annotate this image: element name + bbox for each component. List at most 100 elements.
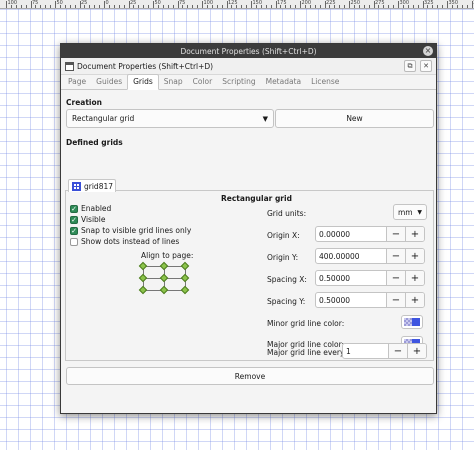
grid-units-dropdown[interactable]: mm ▼ <box>393 204 427 220</box>
origin-y-increment-button[interactable]: + <box>405 249 424 263</box>
align-top-right-handle[interactable] <box>180 261 190 271</box>
spacing-x-input[interactable]: 0.50000 <box>316 271 386 285</box>
ruler-minor-tick <box>133 5 135 8</box>
tab-license[interactable]: License <box>306 75 344 89</box>
ruler-minor-tick <box>290 5 292 8</box>
panel-header: Document Properties (Shift+Ctrl+D) ⧉ ✕ <box>61 58 436 75</box>
ruler-minor-tick <box>99 5 101 8</box>
align-bottom-left-handle[interactable] <box>138 285 148 295</box>
enabled-checkbox[interactable]: ✓ Enabled <box>70 204 111 213</box>
window-titlebar[interactable]: Document Properties (Shift+Ctrl+D) × <box>61 44 436 58</box>
color-alpha-preview <box>404 318 412 326</box>
spacing-y-label: Spacing Y: <box>267 297 306 306</box>
ruler-minor-tick <box>412 5 414 8</box>
ruler-minor-tick <box>432 5 434 8</box>
ruler-minor-tick <box>402 5 404 8</box>
tab-guides[interactable]: Guides <box>91 75 127 89</box>
grid-type-dropdown[interactable]: Rectangular grid ▼ <box>66 109 274 128</box>
ruler-minor-tick <box>393 5 395 8</box>
align-bottom-center-handle[interactable] <box>159 285 169 295</box>
defined-grids-panel: grid817 Rectangular grid ✓ Enabled ✓ Vis… <box>65 179 434 361</box>
align-center-handle[interactable] <box>159 273 169 283</box>
origin-x-increment-button[interactable]: + <box>405 227 424 241</box>
ruler-minor-tick <box>442 5 444 8</box>
minor-grid-color-button[interactable] <box>401 315 423 329</box>
new-grid-button[interactable]: New <box>275 109 434 128</box>
tab-bar: Page Guides Grids Snap Color Scripting M… <box>61 74 436 90</box>
ruler-minor-tick <box>20 5 22 8</box>
ruler-minor-tick <box>74 5 76 8</box>
show-dots-checkbox[interactable]: Show dots instead of lines <box>70 237 179 246</box>
minor-color-label: Minor grid line color: <box>267 319 345 328</box>
spacing-y-input[interactable]: 0.50000 <box>316 293 386 307</box>
undock-icon[interactable]: ⧉ <box>404 60 416 72</box>
major-every-label: Major grid line every: <box>267 348 347 357</box>
close-icon[interactable]: × <box>423 46 433 56</box>
ruler-minor-tick <box>89 5 91 8</box>
align-bottom-right-handle[interactable] <box>180 285 190 295</box>
tab-color[interactable]: Color <box>188 75 218 89</box>
document-icon <box>65 61 74 71</box>
tab-snap[interactable]: Snap <box>159 75 188 89</box>
dropdown-arrow-icon: ▼ <box>262 114 268 123</box>
ruler-minor-tick <box>344 5 346 8</box>
major-every-increment-button[interactable]: + <box>407 344 426 358</box>
origin-x-spinbox: 0.00000 − + <box>315 226 425 242</box>
ruler-minor-tick <box>236 5 238 8</box>
checkbox-checked-icon: ✓ <box>70 204 78 213</box>
tab-page[interactable]: Page <box>63 75 91 89</box>
ruler-minor-tick <box>363 5 365 8</box>
origin-y-input[interactable]: 400.00000 <box>316 249 386 263</box>
ruler-minor-tick <box>162 5 164 8</box>
ruler-minor-tick <box>69 5 71 8</box>
spacing-x-decrement-button[interactable]: − <box>386 271 405 285</box>
show-dots-label: Show dots instead of lines <box>81 237 180 246</box>
close-panel-icon[interactable]: ✕ <box>420 60 432 72</box>
checkbox-checked-icon: ✓ <box>70 215 78 224</box>
remove-grid-button[interactable]: Remove <box>66 367 434 385</box>
tab-grids[interactable]: Grids <box>127 74 159 90</box>
grid-units-value: mm <box>398 207 413 217</box>
align-middle-right-handle[interactable] <box>180 273 190 283</box>
align-top-left-handle[interactable] <box>138 261 148 271</box>
tab-grid817[interactable]: grid817 <box>68 179 116 192</box>
ruler-minor-tick <box>123 5 125 8</box>
ruler-minor-tick <box>378 5 380 8</box>
ruler-minor-tick <box>437 5 439 8</box>
ruler-minor-tick <box>451 5 453 8</box>
ruler-minor-tick <box>329 5 331 8</box>
ruler-minor-tick <box>211 5 213 8</box>
align-top-center-handle[interactable] <box>159 261 169 271</box>
spacing-y-decrement-button[interactable]: − <box>386 293 405 307</box>
origin-x-decrement-button[interactable]: − <box>386 227 405 241</box>
ruler-minor-tick <box>368 5 370 8</box>
ruler-minor-tick <box>84 5 86 8</box>
tab-metadata[interactable]: Metadata <box>261 75 307 89</box>
spacing-y-increment-button[interactable]: + <box>405 293 424 307</box>
ruler-minor-tick <box>241 5 243 8</box>
origin-y-spinbox: 400.00000 − + <box>315 248 425 264</box>
ruler-minor-tick <box>285 5 287 8</box>
ruler-minor-tick <box>255 5 257 8</box>
ruler-minor-tick <box>388 5 390 8</box>
ruler-minor-tick <box>456 5 458 8</box>
grid-units-label: Grid units: <box>267 209 307 218</box>
spacing-x-spinbox: 0.50000 − + <box>315 270 425 286</box>
ruler-minor-tick <box>358 5 360 8</box>
spacing-x-increment-button[interactable]: + <box>405 271 424 285</box>
top-ruler[interactable]: 100 75 50 25 0 25 50 75 100 125 150 175 200 225 250 275… <box>0 0 474 9</box>
ruler-minor-tick <box>45 5 47 8</box>
tab-scripting[interactable]: Scripting <box>217 75 260 89</box>
color-solid-preview <box>412 318 420 326</box>
major-every-input[interactable]: 1 <box>343 344 388 358</box>
origin-x-label: Origin X: <box>267 231 300 240</box>
visible-label: Visible <box>81 215 106 224</box>
align-middle-left-handle[interactable] <box>138 273 148 283</box>
ruler-minor-tick <box>25 5 27 8</box>
visible-checkbox[interactable]: ✓ Visible <box>70 215 106 224</box>
major-every-decrement-button[interactable]: − <box>388 344 407 358</box>
origin-y-decrement-button[interactable]: − <box>386 249 405 263</box>
origin-x-input[interactable]: 0.00000 <box>316 227 386 241</box>
ruler-minor-tick <box>172 5 174 8</box>
snap-visible-checkbox[interactable]: ✓ Snap to visible grid lines only <box>70 226 191 235</box>
